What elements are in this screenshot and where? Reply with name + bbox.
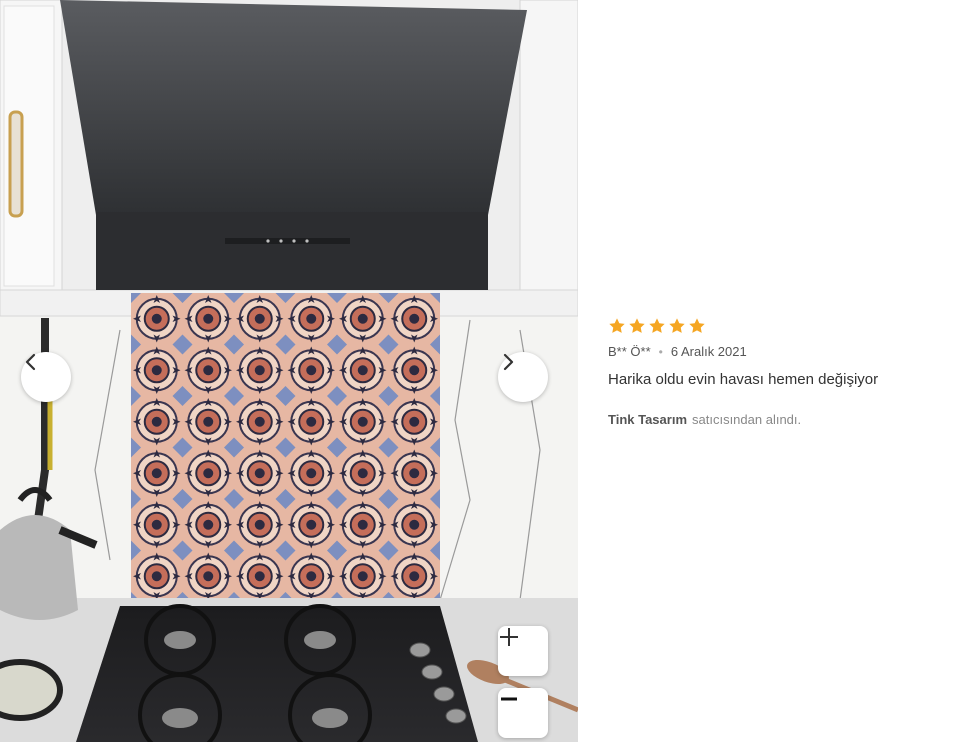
star-icon [649,318,665,333]
star-icon [609,318,625,333]
zoom-out-button[interactable] [498,688,548,738]
star-icon [669,318,685,333]
star-icon [629,318,645,333]
star-rating [608,316,948,336]
plus-icon [500,628,518,646]
minus-icon [501,697,517,701]
seller-suffix: satıcısından alındı. [692,412,802,427]
kitchen-photo-illustration [0,0,578,742]
star-icon [689,318,705,333]
review-comment: Harika oldu evin havası hemen değişiyor [608,371,879,388]
review-meta: B** Ö** • 6 Aralık 2021 [608,344,948,359]
zoom-in-button[interactable] [498,626,548,676]
seller-name[interactable]: Tink Tasarım [608,412,687,427]
separator-dot: • [658,344,663,359]
chevron-left-icon [25,353,36,371]
review-author: B** Ö** [608,344,651,359]
next-photo-button[interactable] [498,352,548,402]
chevron-right-icon [503,353,514,371]
review-date: 6 Aralık 2021 [670,344,747,359]
review-panel: B** Ö** • 6 Aralık 2021 Harika oldu evin… [608,316,948,427]
review-photo [0,0,578,742]
prev-photo-button[interactable] [21,352,71,402]
seller-info: Tink Tasarım satıcısından alındı. [608,412,948,427]
